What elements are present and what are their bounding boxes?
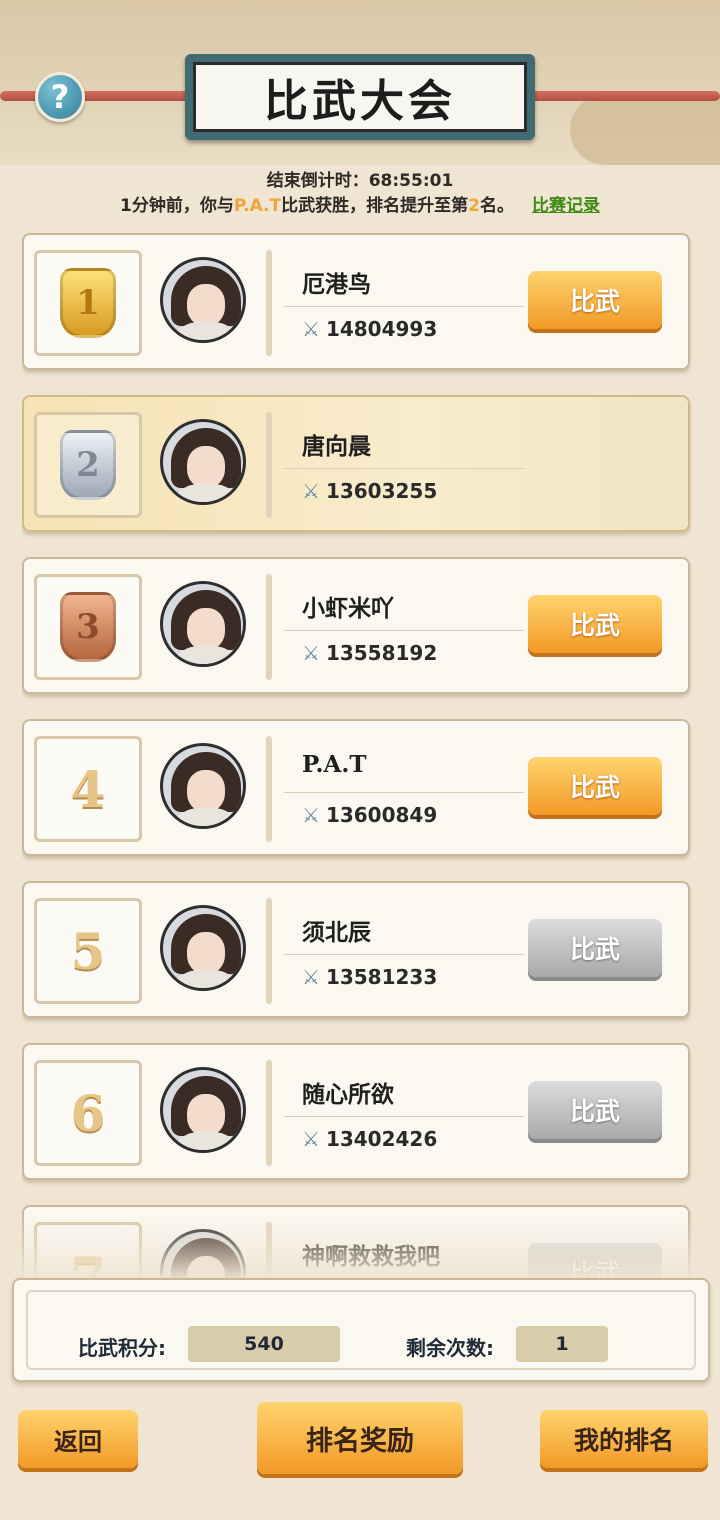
sword-icon: ⚔ [302,1127,320,1151]
combat-power-value: 13603255 [325,479,438,503]
player-avatar[interactable] [160,905,246,991]
ranking-row: 5 须北辰 ⚔ 13581233 比武 [22,881,690,1018]
divider [266,250,272,356]
notice-opponent: P.A.T [233,196,282,216]
combat-power-value: 13402426 [325,1127,438,1151]
combat-power-value: 13581233 [325,965,438,989]
name-underline [284,792,524,793]
gold-medal-icon: 1 [60,268,116,338]
divider [266,736,272,842]
duel-button[interactable]: 比武 [528,1081,662,1139]
ranking-row: 4 P.A.T ⚔ 13600849 比武 [22,719,690,856]
stats-panel: 比武积分: 540 剩余次数: 1 [12,1278,710,1382]
combat-power: ⚔ 14804993 [302,317,437,341]
score-label: 比武积分: [78,1336,166,1360]
avatar-face [187,446,225,488]
list-fade [0,1215,720,1280]
rank-rewards-button[interactable]: 排名奖励 [257,1402,463,1474]
ranking-row: 1 厄港鸟 ⚔ 14804993 比武 [22,233,690,370]
name-underline [284,306,524,307]
player-avatar[interactable] [160,581,246,667]
divider [266,412,272,518]
silver-medal-icon: 2 [60,430,116,500]
player-avatar[interactable] [160,743,246,829]
back-button[interactable]: 返回 [18,1410,138,1468]
avatar-face [187,284,225,326]
help-button[interactable]: ? [35,72,85,122]
combat-power: ⚔ 13402426 [302,1127,437,1151]
avatar-face [187,770,225,812]
player-avatar[interactable] [160,257,246,343]
player-name: 厄港鸟 [302,271,371,298]
page-title: 比武大会 [193,62,527,132]
duel-button[interactable]: 比武 [528,271,662,329]
avatar-face [187,932,225,974]
rank-frame: 1 [34,250,142,356]
duel-button[interactable]: 比武 [528,919,662,977]
combat-power: ⚔ 13581233 [302,965,437,989]
title-plate: 比武大会 [185,54,535,140]
stats-inner: 比武积分: 540 剩余次数: 1 [26,1290,696,1370]
combat-power: ⚔ 13603255 [302,479,437,503]
ranking-row: 2 唐向晨 ⚔ 13603255 [22,395,690,532]
match-record-link[interactable]: 比赛记录 [532,196,600,216]
ranking-row: 6 随心所欲 ⚔ 13402426 比武 [22,1043,690,1180]
rank-number: 5 [70,921,106,981]
countdown-timer: 结束倒计时：68:55:01 [266,171,454,191]
player-avatar[interactable] [160,1067,246,1153]
name-underline [284,630,524,631]
divider [266,574,272,680]
sword-icon: ⚔ [302,965,320,989]
notice-rank: 2 [468,196,480,216]
player-name: 小虾米吖 [302,595,394,622]
player-avatar[interactable] [160,419,246,505]
name-underline [284,1116,524,1117]
name-underline [284,954,524,955]
question-icon: ? [50,78,70,116]
remaining-label: 剩余次数: [406,1336,494,1360]
sword-icon: ⚔ [302,803,320,827]
divider [266,898,272,1004]
cloud-decoration [570,95,720,165]
remaining-value: 1 [516,1326,608,1362]
player-name: 须北辰 [302,919,371,946]
player-name: 唐向晨 [302,433,371,460]
sword-icon: ⚔ [302,641,320,665]
duel-button[interactable]: 比武 [528,595,662,653]
my-rank-button[interactable]: 我的排名 [540,1410,708,1468]
name-underline [284,468,524,469]
score-value: 540 [188,1326,340,1362]
rank-frame: 3 [34,574,142,680]
rank-frame: 6 [34,1060,142,1166]
duel-button[interactable]: 比武 [528,757,662,815]
combat-power-value: 13600849 [325,803,438,827]
rank-number: 4 [70,759,106,819]
combat-power-value: 14804993 [325,317,438,341]
battle-notice: 1分钟前，你与P.A.T比武获胜，排名提升至第2名。 比赛记录 [119,196,600,216]
rank-number: 6 [70,1083,106,1143]
rank-frame: 2 [34,412,142,518]
combat-power-value: 13558192 [325,641,438,665]
ranking-list[interactable]: 1 厄港鸟 ⚔ 14804993 比武 2 唐向晨 ⚔ 13603255 3 小虾米吖 ⚔ 135581… [22,233,692,1278]
sword-icon: ⚔ [302,479,320,503]
combat-power: ⚔ 13600849 [302,803,437,827]
rank-frame: 4 [34,736,142,842]
sword-icon: ⚔ [302,317,320,341]
player-name: P.A.T [302,751,367,778]
avatar-face [187,1094,225,1136]
avatar-face [187,608,225,650]
bronze-medal-icon: 3 [60,592,116,662]
ranking-row: 3 小虾米吖 ⚔ 13558192 比武 [22,557,690,694]
divider [266,1060,272,1166]
combat-power: ⚔ 13558192 [302,641,437,665]
player-name: 随心所欲 [302,1081,394,1108]
rank-frame: 5 [34,898,142,1004]
